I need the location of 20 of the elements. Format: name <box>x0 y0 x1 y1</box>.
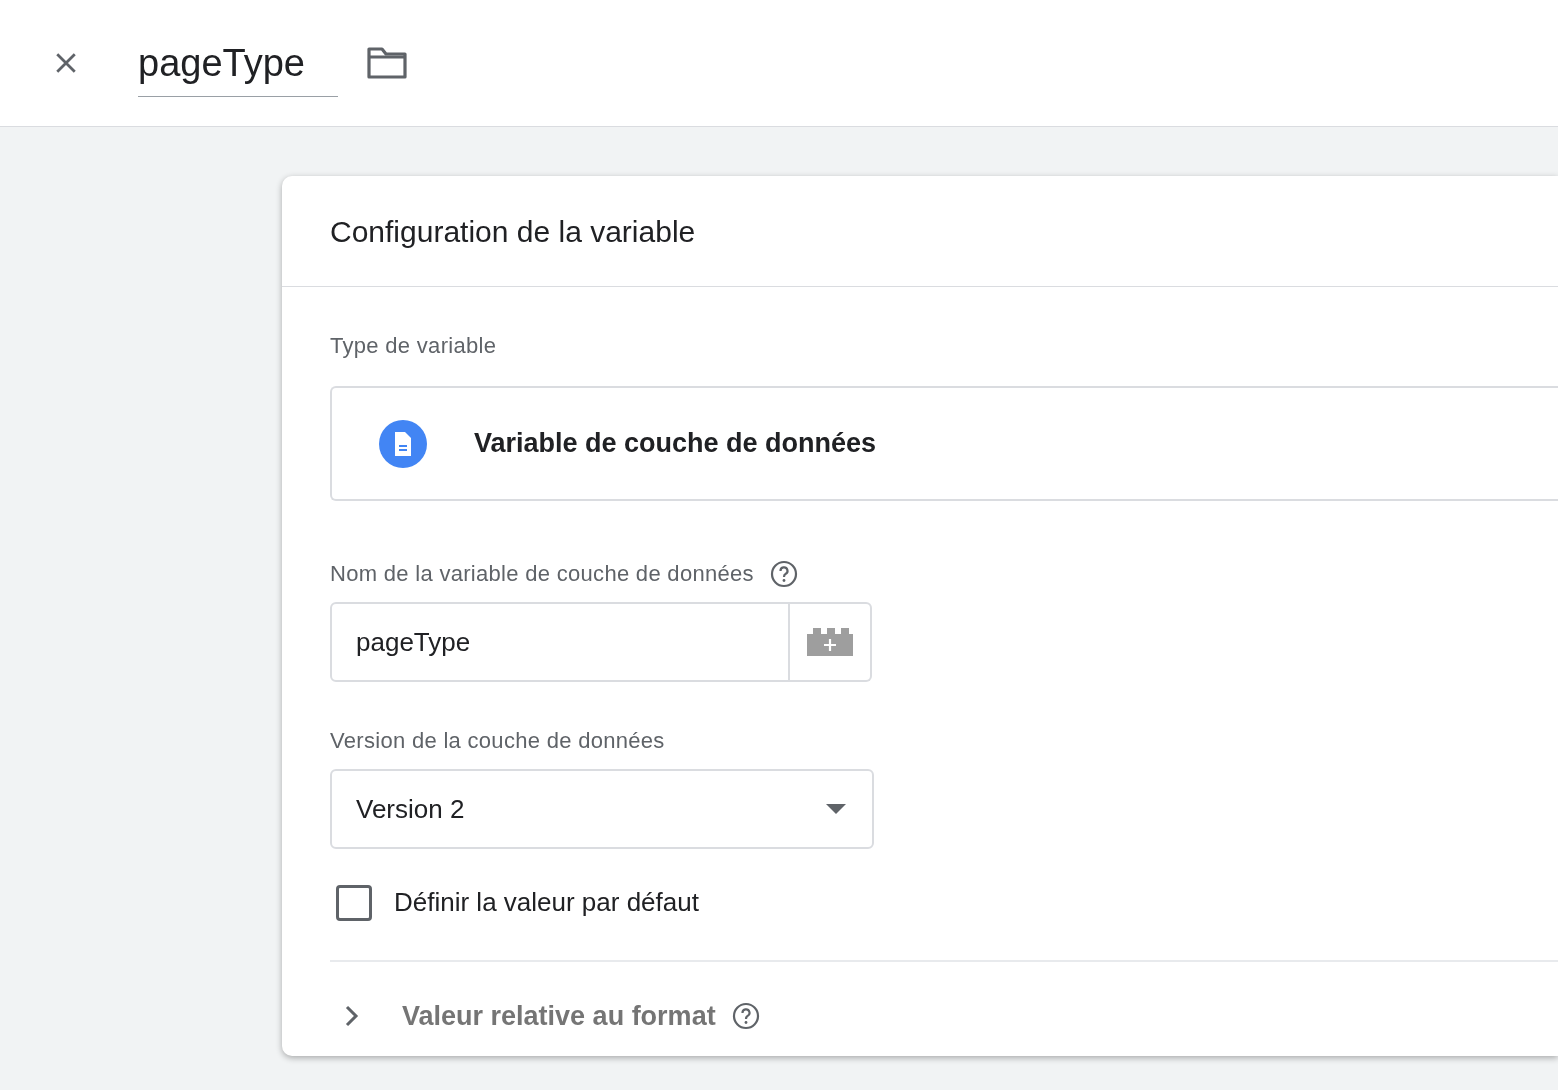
brick-plus-icon <box>807 628 853 656</box>
version-dropdown[interactable]: Version 2 <box>330 769 874 849</box>
card-title: Configuration de la variable <box>282 176 1558 287</box>
checkbox-label: Définir la valeur par défaut <box>394 886 699 919</box>
variable-type-name: Variable de couche de données <box>474 427 877 461</box>
document-icon <box>378 418 428 469</box>
insert-variable-button[interactable] <box>790 602 872 682</box>
chevron-right-icon[interactable] <box>344 1004 360 1028</box>
variable-name-input[interactable]: pageType <box>330 602 790 682</box>
help-icon[interactable] <box>769 559 798 588</box>
help-icon[interactable] <box>731 1002 760 1030</box>
field-label: Version de la couche de données <box>330 727 666 755</box>
field-label: Type de variable <box>330 332 498 360</box>
dropdown-caret-icon <box>826 804 846 814</box>
variable-type-selector[interactable]: Variable de couche de données <box>330 386 1558 501</box>
field-label: Nom de la variable de couche de données <box>330 560 754 588</box>
folder-icon[interactable] <box>366 45 408 81</box>
checkbox[interactable] <box>336 884 372 921</box>
section-toggle[interactable]: Valeur relative au format <box>402 995 716 1037</box>
title-field[interactable]: pageType <box>138 35 338 97</box>
